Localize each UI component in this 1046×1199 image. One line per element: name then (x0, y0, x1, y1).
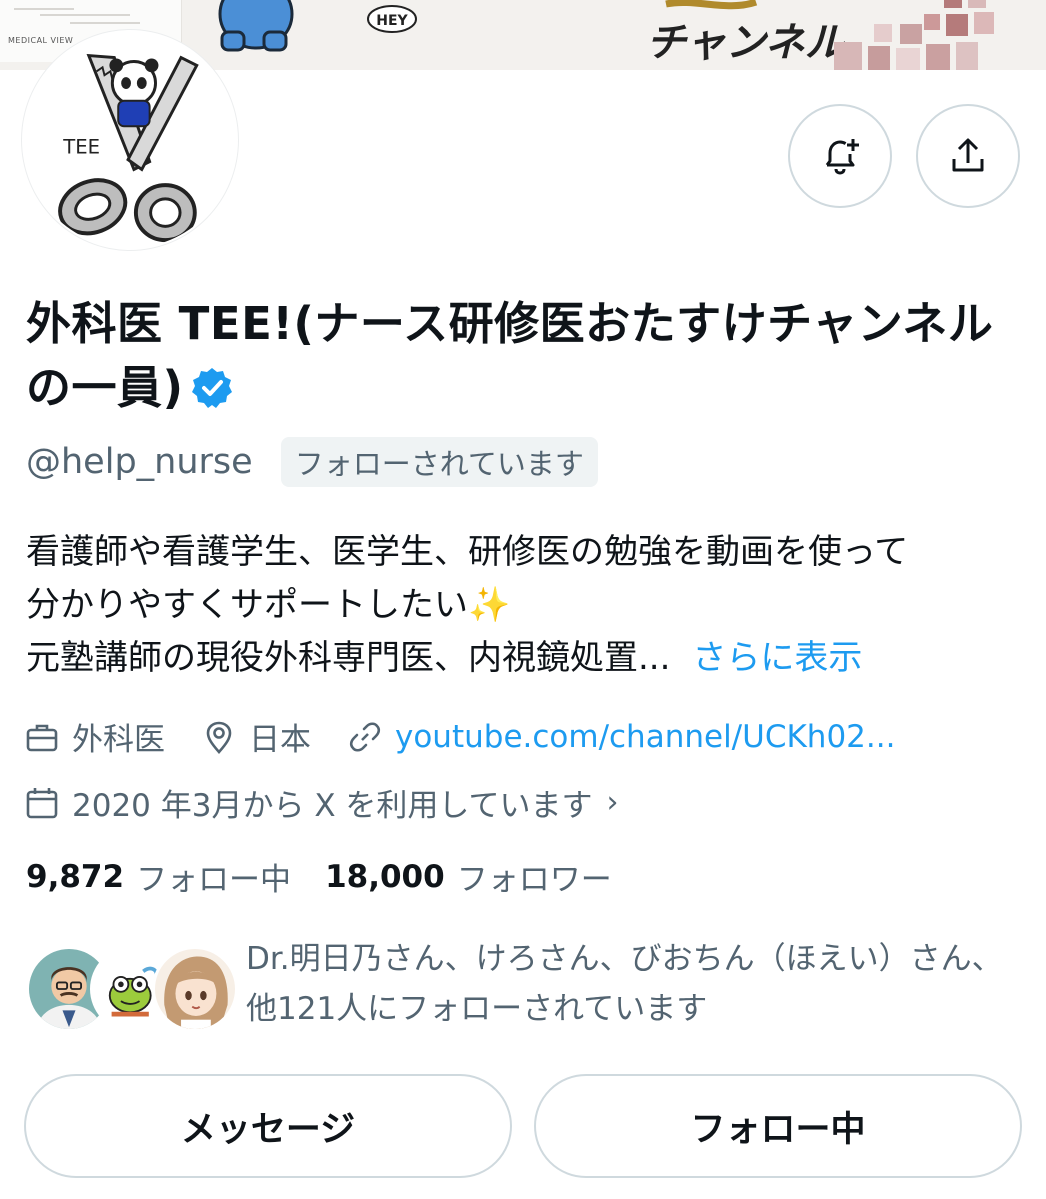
bio-line-1: 看護師や看護学生、医学生、研修医の勉強を動画を使って (26, 532, 909, 572)
banner-hey-bubble: HEY (367, 5, 417, 33)
followers-count[interactable]: 18,000 (325, 859, 445, 895)
follows-you-badge: フォローされています (280, 437, 598, 487)
message-button-label: メッセージ (180, 1109, 356, 1150)
following-count[interactable]: 9,872 (26, 859, 124, 895)
display-name-text: 外科医 TEE!(ナース研修医おたすけチャンネルの一員) (26, 297, 994, 414)
verified-badge-icon[interactable] (190, 366, 234, 410)
meta-location: 日本 (201, 714, 311, 759)
chevron-right-icon: › (606, 785, 619, 820)
banner-mascot-image (218, 0, 294, 52)
profile-handle: @help_nurse (26, 442, 253, 482)
banner-brand-text: MEDICAL VIEW (8, 36, 74, 45)
follow-counts: 9,872 フォロー中 18,000 フォロワー (26, 854, 646, 899)
website-link[interactable]: youtube.com/channel/UCKh02... (395, 719, 895, 755)
following-button[interactable]: フォロー中 (534, 1074, 1022, 1178)
location-pin-icon (206, 721, 232, 754)
calendar-icon (26, 787, 58, 818)
svg-text:TEE: TEE (62, 136, 100, 159)
svg-text:チャンネル: チャンネル (646, 19, 847, 66)
bio-line-3: 元塾講師の現役外科専門医、内視鏡処置... さらに表示 (26, 638, 863, 678)
following-label[interactable]: フォロー中 (136, 854, 291, 899)
profile-meta-row: 外科医 日本 youtube.com/channel/UCKh02... (24, 714, 931, 759)
share-button[interactable] (916, 104, 1020, 208)
banner-brush-title: チャンネル (646, 0, 847, 66)
following-button-label: フォロー中 (690, 1109, 866, 1150)
followed-by-text[interactable]: Dr.明日乃さん、けろさん、びおちん（ほえい）さん、他121人にフォローされてい… (246, 934, 1016, 1034)
follower-avatar-3 (152, 946, 238, 1032)
followers-label[interactable]: フォロワー (457, 854, 612, 899)
joined-text: 2020 年3月から X を利用しています (72, 788, 593, 824)
notifications-button[interactable] (788, 104, 892, 208)
bio-line-2: 分かりやすくサポートしたい✨ (26, 585, 511, 625)
banner-tile-pattern (834, 0, 994, 70)
anime-girl-avatar-icon (155, 949, 235, 1029)
link-icon (349, 721, 381, 752)
see-more-link[interactable]: さらに表示 (692, 638, 862, 678)
joined-row[interactable]: 2020 年3月から X を利用しています › (24, 780, 618, 825)
profile-display-name: 外科医 TEE!(ナース研修医おたすけチャンネルの一員) (26, 292, 1016, 420)
handle-row: @help_nurse フォローされています (26, 436, 598, 488)
briefcase-icon (26, 724, 58, 751)
sparkles-emoji-icon: ✨ (468, 585, 511, 625)
share-upload-icon (952, 138, 984, 172)
message-button[interactable]: メッセージ (24, 1074, 512, 1178)
scissors-panda-avatar-icon: TEE (24, 32, 236, 248)
location-text: 日本 (249, 722, 311, 758)
bell-plus-icon (825, 139, 859, 175)
svg-text:HEY: HEY (376, 13, 408, 29)
followed-by-avatars[interactable] (26, 946, 238, 1036)
category-text: 外科医 (72, 722, 165, 758)
profile-bio: 看護師や看護学生、医学生、研修医の勉強を動画を使って 分かりやすくサポートしたい… (26, 526, 1016, 685)
meta-link[interactable]: youtube.com/channel/UCKh02... (347, 719, 895, 755)
profile-avatar[interactable]: TEE (22, 30, 238, 250)
meta-category: 外科医 (24, 714, 165, 759)
